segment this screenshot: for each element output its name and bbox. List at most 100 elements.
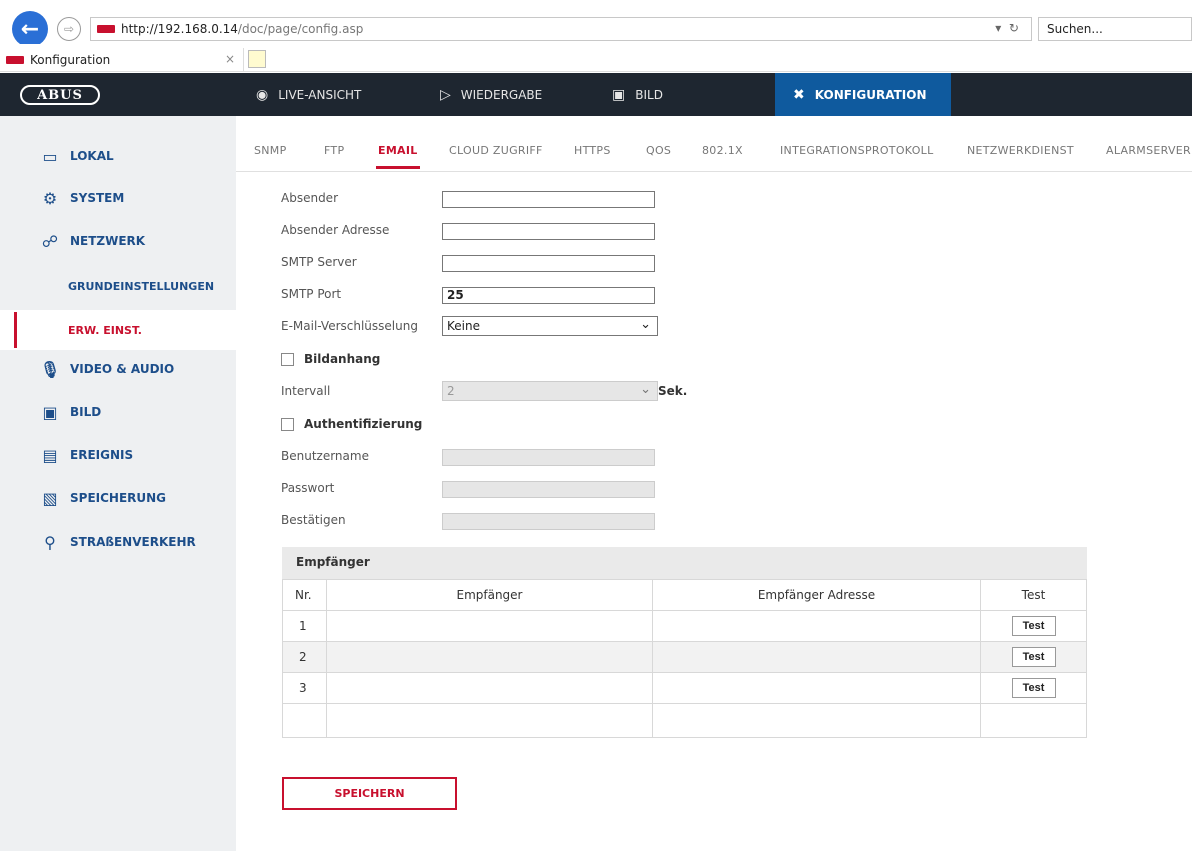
- sidebar-item-label: EREIGNIS: [70, 448, 134, 462]
- intervall-value: 2: [447, 384, 455, 398]
- row-empfaenger[interactable]: [326, 610, 653, 642]
- sidebar-item-label: LOKAL: [70, 149, 114, 163]
- tab-8021x[interactable]: 802.1X: [702, 144, 743, 157]
- browser-search-input[interactable]: Suchen...: [1038, 17, 1192, 41]
- tab-netzwerkdienst[interactable]: NETZWERKDIENST: [967, 144, 1074, 157]
- tab-title: Konfiguration: [30, 53, 111, 67]
- chevron-down-icon: ⌄: [640, 317, 651, 332]
- row-adresse[interactable]: [652, 641, 981, 673]
- sidebar-item-strassenverkehr[interactable]: ⚲ STRAßENVERKEHR: [0, 522, 236, 562]
- nav-label: BILD: [635, 87, 663, 102]
- bildanhang-label: Bildanhang: [304, 352, 381, 366]
- bildanhang-checkbox[interactable]: [281, 352, 294, 366]
- absender-adresse-input[interactable]: [442, 223, 655, 240]
- smtp-server-input[interactable]: [442, 255, 655, 272]
- nav-label: KONFIGURATION: [814, 87, 927, 102]
- new-tab-icon[interactable]: [248, 50, 266, 68]
- benutzername-input[interactable]: [442, 449, 655, 466]
- table-row: 1 Test: [282, 610, 1087, 642]
- tools-icon: ✖: [793, 86, 805, 103]
- empty-cell: [326, 703, 653, 738]
- empfaenger-section-title: Empfänger: [282, 547, 1087, 579]
- bestaetigen-label: Bestätigen: [281, 513, 346, 527]
- sidebar-item-label: SPEICHERUNG: [70, 491, 167, 505]
- gear-icon: ⚙: [42, 188, 58, 208]
- sidebar-item-label: NETZWERK: [70, 234, 146, 248]
- empty-cell: [980, 703, 1087, 738]
- tab-qos[interactable]: QOS: [646, 144, 671, 157]
- row-nr: 3: [282, 672, 327, 704]
- tab-ftp[interactable]: FTP: [324, 144, 344, 157]
- passwort-input[interactable]: [442, 481, 655, 498]
- row-adresse[interactable]: [652, 610, 981, 642]
- col-nr: Nr.: [282, 579, 327, 611]
- url-path: /doc/page/config.asp: [237, 22, 364, 36]
- sidebar-item-ereignis[interactable]: ▤ EREIGNIS: [0, 435, 236, 475]
- car-search-icon: ⚲: [44, 532, 56, 552]
- eye-icon: ◉: [256, 86, 269, 103]
- refresh-icon[interactable]: ▾ ↻: [995, 21, 1019, 35]
- tab-integrationsprotokoll[interactable]: INTEGRATIONSPROTOKOLL: [780, 144, 934, 157]
- col-empfaenger-adresse: Empfänger Adresse: [652, 579, 981, 611]
- empty-cell: [652, 703, 981, 738]
- sidebar-item-bild[interactable]: ▣ BILD: [0, 392, 236, 432]
- benutzername-label: Benutzername: [281, 449, 369, 463]
- tab-cloud-zugriff[interactable]: CLOUD ZUGRIFF: [449, 144, 543, 157]
- auth-checkbox[interactable]: [281, 417, 294, 431]
- row-adresse[interactable]: [652, 672, 981, 704]
- encryption-select[interactable]: Keine ⌄: [442, 316, 658, 336]
- sidebar-item-erw-einst[interactable]: ERW. EINST.: [0, 310, 236, 350]
- row-empfaenger[interactable]: [326, 641, 653, 673]
- absender-input[interactable]: [442, 191, 655, 208]
- auth-row: Authentifizierung: [281, 417, 422, 431]
- top-navigation: ABUS ◉ LIVE-ANSICHT ▷ WIEDERGABE ▣ BILD …: [0, 73, 1192, 116]
- monitor-icon: ▭: [42, 146, 58, 166]
- nav-bild[interactable]: ▣ BILD: [612, 73, 663, 116]
- save-button[interactable]: SPEICHERN: [282, 777, 457, 810]
- image-icon: ▣: [42, 402, 58, 422]
- url-input[interactable]: http://192.168.0.14/doc/page/config.asp …: [90, 17, 1032, 41]
- sidebar-item-label: SYSTEM: [70, 191, 125, 205]
- table-row-empty: [282, 703, 1087, 738]
- site-favicon-icon: [97, 25, 115, 33]
- test-button[interactable]: Test: [1011, 616, 1056, 636]
- abus-logo: ABUS: [20, 85, 100, 105]
- table-header-row: Nr. Empfänger Empfänger Adresse Test: [282, 579, 1087, 611]
- sidebar-item-lokal[interactable]: ▭ LOKAL: [0, 136, 236, 176]
- play-icon: ▷: [440, 86, 451, 103]
- sidebar-item-system[interactable]: ⚙ SYSTEM: [0, 178, 236, 218]
- sidebar-item-label: STRAßENVERKEHR: [70, 535, 196, 549]
- back-arrow-icon[interactable]: ←: [12, 11, 48, 47]
- sidebar-item-video-audio[interactable]: 🎙 VIDEO & AUDIO: [0, 349, 236, 389]
- absender-label: Absender: [281, 191, 338, 205]
- sidebar-item-label: BILD: [70, 405, 102, 419]
- encryption-label: E-Mail-Verschlüsselung: [281, 319, 418, 333]
- test-button[interactable]: Test: [1011, 647, 1056, 667]
- sidebar-item-netzwerk[interactable]: ☍ NETZWERK: [0, 221, 236, 261]
- intervall-select[interactable]: 2 ⌄: [442, 381, 658, 401]
- browser-tab[interactable]: Konfiguration ×: [0, 48, 244, 72]
- row-nr: 1: [282, 610, 327, 642]
- intervall-unit: Sek.: [658, 384, 688, 398]
- sidebar-item-label: VIDEO & AUDIO: [70, 362, 175, 376]
- sidebar-item-grundeinstellungen[interactable]: GRUNDEINSTELLUNGEN: [0, 266, 236, 306]
- nav-konfiguration[interactable]: ✖ KONFIGURATION: [775, 73, 951, 116]
- row-empfaenger[interactable]: [326, 672, 653, 704]
- nav-wiedergabe[interactable]: ▷ WIEDERGABE: [440, 73, 542, 116]
- forward-arrow-icon[interactable]: ⇨: [57, 17, 81, 41]
- smtp-port-input[interactable]: 25: [442, 287, 655, 304]
- tab-snmp[interactable]: SNMP: [254, 144, 287, 157]
- tab-favicon-icon: [6, 56, 24, 64]
- bestaetigen-input[interactable]: [442, 513, 655, 530]
- calendar-icon: ▤: [42, 445, 58, 465]
- tab-alarmserver[interactable]: ALARMSERVER: [1106, 144, 1191, 157]
- microphone-icon: 🎙: [39, 359, 61, 379]
- close-icon[interactable]: ×: [225, 52, 235, 66]
- nav-live-ansicht[interactable]: ◉ LIVE-ANSICHT: [256, 73, 361, 116]
- tab-https[interactable]: HTTPS: [574, 144, 611, 157]
- browser-tab-strip: Konfiguration ×: [0, 44, 1192, 72]
- tab-email[interactable]: EMAIL: [376, 144, 420, 169]
- smtp-server-label: SMTP Server: [281, 255, 357, 269]
- test-button[interactable]: Test: [1011, 678, 1056, 698]
- sidebar-item-speicherung[interactable]: ▧ SPEICHERUNG: [0, 478, 236, 518]
